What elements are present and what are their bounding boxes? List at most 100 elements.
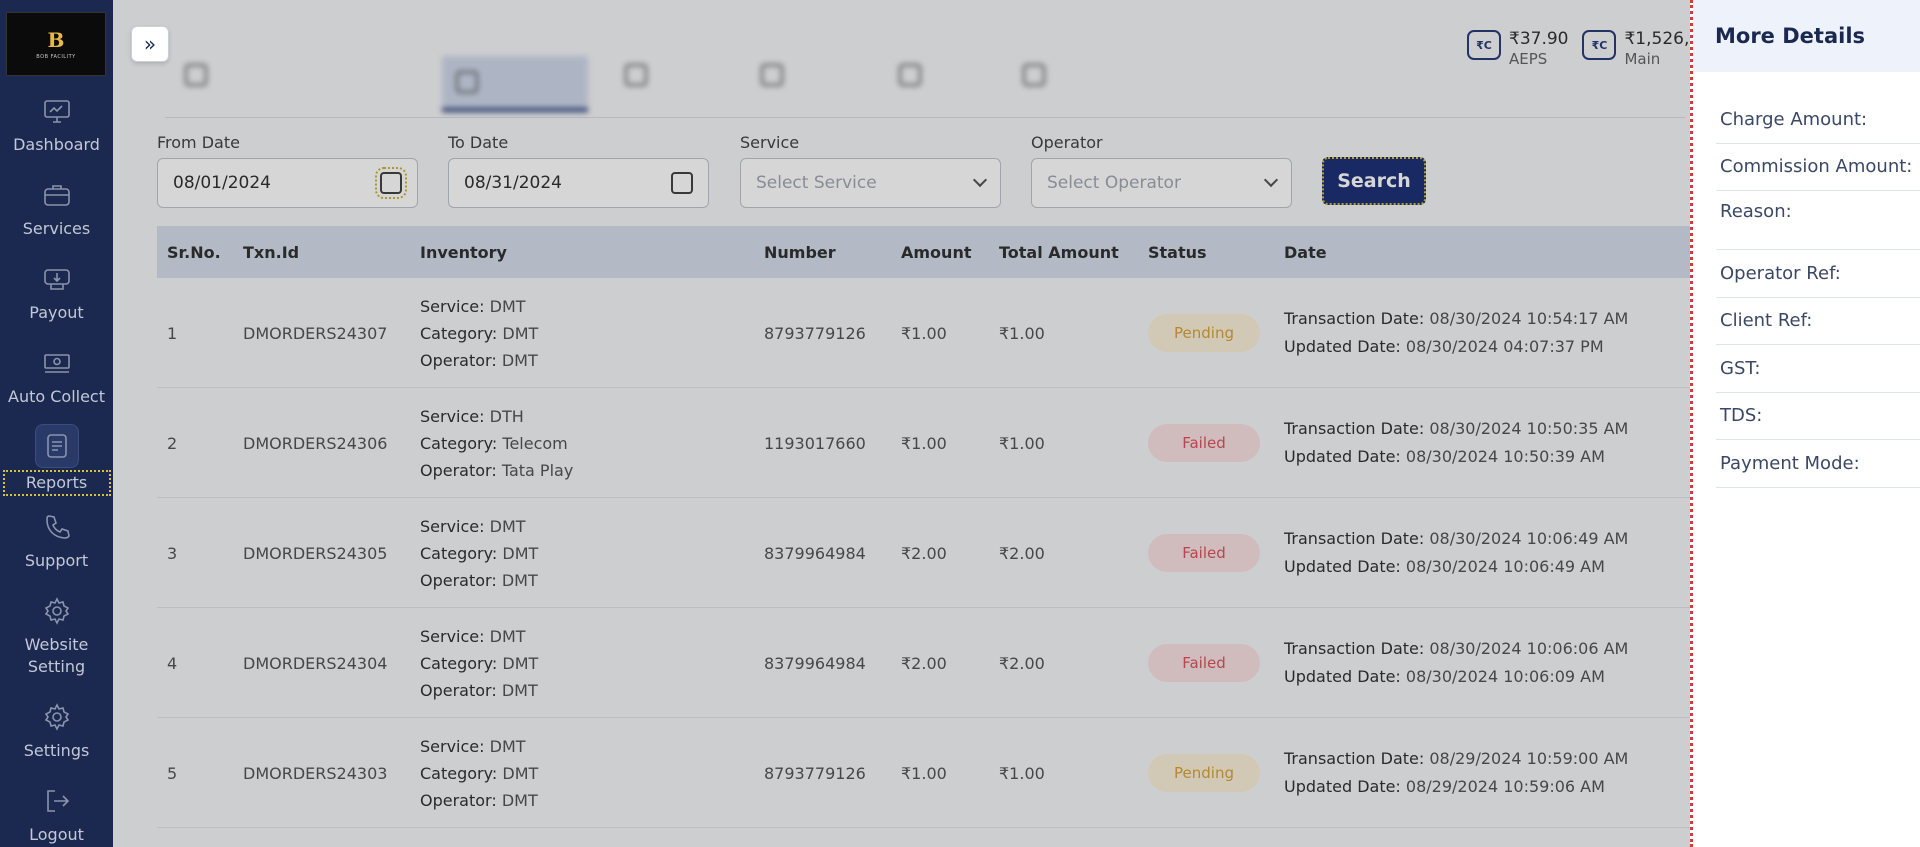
tab-2[interactable] [442, 56, 588, 112]
txn-id: DMORDERS24307 [243, 323, 388, 343]
category-key: Category: [420, 653, 498, 673]
wallet-aeps[interactable]: ₹C ₹37.90 AEPS [1467, 28, 1568, 68]
table-row[interactable]: 3 DMORDERS24305 Service: DMT Category: DMT O… [157, 498, 1690, 608]
operator-value: DMT [501, 790, 538, 810]
sidebar-toggle-button[interactable]: » [131, 26, 169, 62]
service-line: Service: DMT [420, 733, 526, 760]
status-badge: Pending [1148, 314, 1260, 352]
table-row[interactable]: 5 DMORDERS24303 Service: DMT Category: DMT O… [157, 718, 1690, 828]
upd-date-value: 08/29/2024 10:59:06 AM [1405, 777, 1605, 796]
tab-3[interactable] [625, 56, 647, 94]
wallet-balances: ₹C ₹37.90 AEPS ₹C ₹1,526,9 Main [1467, 28, 1700, 68]
sidebar-item-auto-collect[interactable]: Auto Collect [0, 346, 113, 408]
category-line: Category: DMT [420, 320, 538, 347]
txn-date-key: Transaction Date: [1284, 529, 1425, 548]
number: 1193017660 [764, 433, 866, 453]
category-value: DMT [502, 653, 539, 673]
tab-icon [185, 64, 207, 86]
txn-id: DMORDERS24305 [243, 543, 388, 563]
sidebar-item-label: Support [24, 551, 89, 570]
sidebar-item-support[interactable]: Support [0, 510, 113, 572]
sidebar-item-payout[interactable]: Payout [0, 262, 113, 324]
search-button[interactable]: Search [1322, 157, 1426, 205]
upd-date-line: Updated Date: 08/30/2024 10:06:09 AM [1284, 663, 1605, 691]
sr-no: 4 [167, 653, 178, 673]
to-date-input[interactable]: 08/31/2024 [448, 158, 709, 208]
category-value: DMT [502, 763, 539, 783]
status-cell: Failed [1148, 388, 1260, 498]
col-header: Total Amount [999, 242, 1119, 262]
tab-4[interactable] [761, 56, 783, 94]
calendar-icon[interactable] [375, 167, 407, 199]
transactions-table: Sr.No. Txn.Id Inventory Number Amount To… [157, 226, 1690, 828]
tab-5[interactable] [899, 56, 921, 94]
upd-date-key: Updated Date: [1284, 667, 1401, 686]
status-badge: Failed [1148, 534, 1260, 572]
table-header: Sr.No. Txn.Id Inventory Number Amount To… [157, 226, 1690, 278]
sidebar-item-reports[interactable]: Reports [0, 424, 113, 496]
category-value: DMT [502, 323, 539, 343]
amount: ₹2.00 [901, 543, 947, 563]
service-select[interactable]: Select Service [740, 158, 1001, 208]
from-date-value: 08/01/2024 [173, 173, 271, 193]
sidebar-item-label: Settings [23, 741, 90, 760]
operator-field: Operator Select Operator [1031, 133, 1292, 208]
more-details-drawer: More Details Charge Amount: Commission Am… [1690, 0, 1920, 847]
to-date-label: To Date [448, 133, 509, 152]
logo[interactable]: B BOB FACILITY [6, 12, 106, 76]
operator-value: DMT [501, 680, 538, 700]
number: 8379964984 [764, 543, 866, 563]
tab-icon [1023, 64, 1045, 86]
calendar-icon[interactable] [671, 172, 693, 194]
drawer-title: More Details [1693, 0, 1920, 72]
chevron-down-icon [972, 172, 988, 188]
txn-date-line: Transaction Date: 08/30/2024 10:06:06 AM [1284, 635, 1628, 663]
sidebar-item-dashboard[interactable]: Dashboard [0, 94, 113, 156]
service-key: Service: [420, 406, 485, 426]
upd-date-line: Updated Date: 08/30/2024 10:50:39 AM [1284, 443, 1605, 471]
category-key: Category: [420, 433, 498, 453]
report-tabs [165, 50, 1685, 118]
service-placeholder: Select Service [756, 173, 877, 193]
txn-date-key: Transaction Date: [1284, 309, 1425, 328]
upd-date-key: Updated Date: [1284, 777, 1401, 796]
table-row[interactable]: 2 DMORDERS24306 Service: DTH Category: Tele… [157, 388, 1690, 498]
operator-line: Operator: Tata Play [420, 457, 573, 484]
service-value: DMT [489, 516, 526, 536]
operator-select[interactable]: Select Operator [1031, 158, 1292, 208]
sr-no: 2 [167, 433, 178, 453]
sidebar-item-logout[interactable]: Logout [0, 784, 113, 846]
table-row[interactable]: 1 DMORDERS24307 Service: DMT Category: DMT O… [157, 278, 1690, 388]
category-line: Category: DMT [420, 540, 538, 567]
operator-placeholder: Select Operator [1047, 173, 1181, 193]
tab-icon [625, 64, 647, 86]
report-icon [34, 424, 79, 468]
table-row[interactable]: 4 DMORDERS24304 Service: DMT Category: DMT O… [157, 608, 1690, 718]
category-key: Category: [420, 323, 498, 343]
status-badge: Pending [1148, 754, 1260, 792]
tab-1[interactable] [185, 56, 207, 94]
service-key: Service: [420, 736, 485, 756]
tab-icon [899, 64, 921, 86]
operator-value: DMT [501, 570, 538, 590]
tab-6[interactable] [1023, 56, 1045, 94]
wallet-main[interactable]: ₹C ₹1,526,9 Main [1582, 28, 1700, 68]
sidebar-item-website-setting[interactable]: Website Setting [0, 594, 113, 678]
total-amount: ₹2.00 [999, 653, 1045, 673]
sidebar-item-settings[interactable]: Settings [0, 700, 113, 762]
operator-key: Operator: [420, 680, 497, 700]
date-cell: Transaction Date: 08/30/2024 10:50:35 AM… [1284, 388, 1628, 498]
category-line: Category: DMT [420, 760, 538, 787]
sr-no: 1 [167, 323, 178, 343]
sidebar-item-services[interactable]: Services [0, 178, 113, 240]
inventory: Service: DMT Category: DMT Operator: DMT [420, 608, 538, 718]
txn-id: DMORDERS24306 [243, 433, 388, 453]
wallet-icon: ₹C [1467, 30, 1501, 60]
wallet-label: AEPS [1509, 50, 1548, 68]
inventory: Service: DMT Category: DMT Operator: DMT [420, 718, 538, 828]
upd-date-value: 08/30/2024 10:06:09 AM [1405, 667, 1605, 686]
monitor-icon [40, 94, 74, 128]
status-badge: Failed [1148, 424, 1260, 462]
from-date-input[interactable]: 08/01/2024 [157, 158, 418, 208]
upd-date-line: Updated Date: 08/30/2024 10:06:49 AM [1284, 553, 1605, 581]
